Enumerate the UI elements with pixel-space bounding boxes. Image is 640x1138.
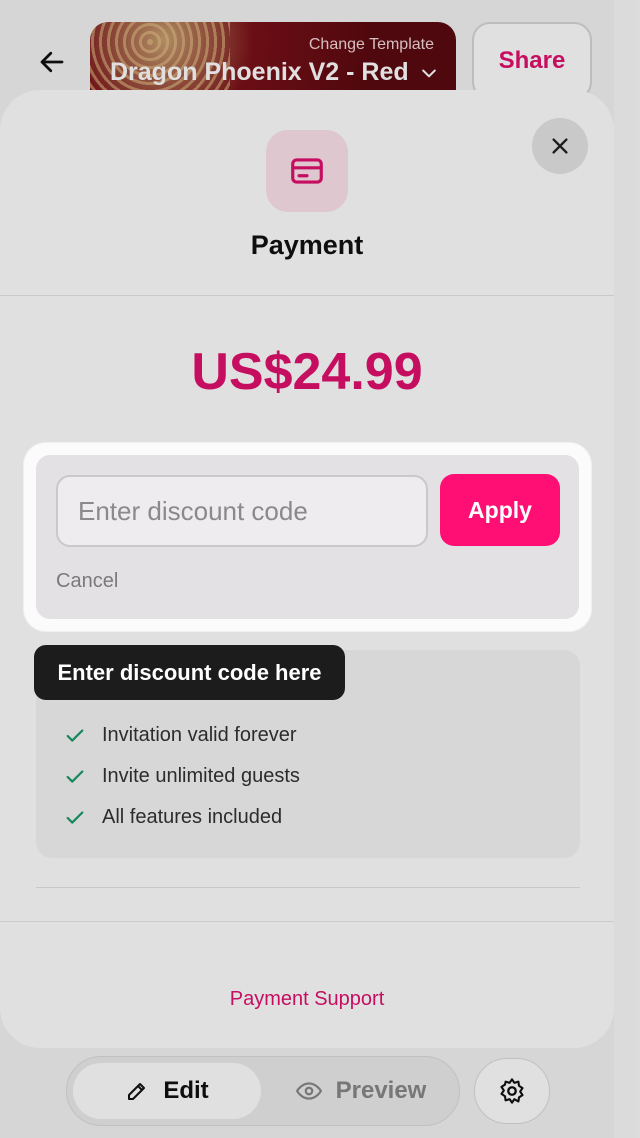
- apply-button[interactable]: Apply: [440, 474, 560, 546]
- discount-panel: Apply Cancel: [36, 455, 579, 619]
- discount-code-input[interactable]: [56, 475, 428, 547]
- discount-spotlight: Apply Cancel: [24, 443, 591, 631]
- cancel-link[interactable]: Cancel: [56, 570, 118, 593]
- tooltip: Enter discount code here: [34, 645, 345, 700]
